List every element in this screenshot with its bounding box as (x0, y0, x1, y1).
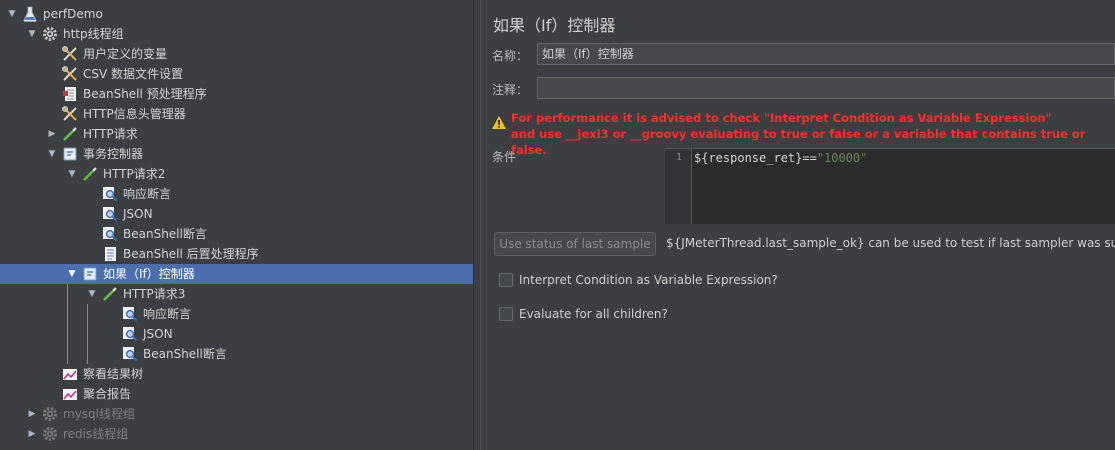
tree-item[interactable]: ▼ HTTP请求2 (0, 164, 473, 184)
tree-item[interactable]: ▼ HTTP请求3 (0, 284, 473, 304)
tree-item-label: HTTP信息头管理器 (83, 107, 186, 121)
warning-icon (492, 116, 506, 132)
tree-item[interactable]: BeanShell 后置处理程序 (0, 244, 473, 264)
tree-item-label: mysql线程组 (63, 407, 135, 421)
tree-item-label: HTTP请求 (83, 127, 138, 141)
interpret-condition-label: Interpret Condition as Variable Expressi… (519, 273, 778, 287)
evaluate-children-label: Evaluate for all children? (519, 307, 668, 321)
if-controller-panel: 如果（If）控制器 名称： 如果（If）控制器 注释： For performa… (481, 0, 1115, 450)
tree-item[interactable]: BeanShell 预处理程序 (0, 84, 473, 104)
collapse-right-icon[interactable]: ▶ (26, 424, 38, 444)
tree-item-label: 响应断言 (123, 187, 172, 201)
graph-icon (62, 366, 78, 382)
tree-guide-line (87, 304, 88, 364)
tree-item[interactable]: ▶ mysql线程组 (0, 404, 473, 424)
gear-icon (42, 26, 58, 42)
evaluate-children-checkbox[interactable] (499, 307, 513, 321)
pipette-icon (82, 166, 98, 182)
tree-item-label: HTTP请求3 (123, 287, 186, 301)
tree-item[interactable]: ▶ redis线程组 (0, 424, 473, 444)
code-string: "10000" (816, 151, 868, 165)
magnifier-icon (102, 206, 118, 222)
tree-item[interactable]: HTTP信息头管理器 (0, 104, 473, 124)
expand-down-icon[interactable]: ▼ (26, 24, 38, 44)
name-field[interactable]: 如果（If）控制器 (537, 43, 1115, 65)
wrench-icon (62, 106, 78, 122)
controller-icon (82, 266, 98, 282)
tree-item[interactable]: CSV 数据文件设置 (0, 64, 473, 84)
name-label: 名称： (492, 49, 529, 63)
document-icon (102, 246, 118, 262)
magnifier-icon (122, 306, 138, 322)
comment-field[interactable] (537, 77, 1115, 99)
flask-icon (22, 6, 38, 22)
expand-down-icon[interactable]: ▼ (86, 284, 98, 304)
code-expression: ${response_ret}== (694, 151, 817, 165)
collapse-right-icon[interactable]: ▶ (26, 404, 38, 424)
tree-item[interactable]: JSON (0, 204, 473, 224)
pipette-icon (102, 286, 118, 302)
expand-down-icon[interactable]: ▼ (6, 4, 18, 24)
tree-item[interactable]: 察看结果树 (0, 364, 473, 384)
graph-icon (62, 386, 78, 402)
tree-item-label: BeanShell 后置处理程序 (123, 247, 259, 261)
tree-item[interactable]: JSON (0, 324, 473, 344)
interpret-condition-checkbox[interactable] (499, 273, 513, 287)
condition-code[interactable]: ${response_ret}=="10000" (694, 150, 867, 166)
gear-icon (42, 426, 58, 442)
condition-editor[interactable]: 1 ${response_ret}=="10000" (665, 148, 1115, 224)
tree-item[interactable]: ▼ 如果（If）控制器 (0, 264, 473, 284)
tree-item-label: 聚合报告 (83, 387, 132, 401)
tree-item[interactable]: 响应断言 (0, 304, 473, 324)
magnifier-icon (122, 346, 138, 362)
tree-item-label: CSV 数据文件设置 (83, 67, 184, 81)
tree-item[interactable]: BeanShell断言 (0, 224, 473, 244)
panel-title: 如果（If）控制器 (493, 16, 616, 35)
tree-item-label: BeanShell断言 (143, 347, 227, 361)
test-plan-tree[interactable]: ▼ perfDemo ▼ http线程组用户定义的变量 CSV 数据文件设置 BeanSh… (0, 0, 473, 450)
gear-icon (42, 406, 58, 422)
tree-item[interactable]: ▼ http线程组 (0, 24, 473, 44)
tree-item[interactable]: 聚合报告 (0, 384, 473, 404)
tree-item-label: BeanShell 预处理程序 (83, 87, 207, 101)
magnifier-icon (102, 226, 118, 242)
collapse-right-icon[interactable]: ▶ (46, 124, 58, 144)
splitter[interactable] (473, 0, 481, 450)
tree-item-label: perfDemo (43, 7, 103, 21)
script-icon (62, 86, 78, 102)
tree-item-label: JSON (123, 207, 153, 221)
tree-item[interactable]: 用户定义的变量 (0, 44, 473, 64)
tree-item-label: 如果（If）控制器 (103, 267, 195, 281)
tree-item[interactable]: BeanShell断言 (0, 344, 473, 364)
controller-icon (62, 146, 78, 162)
tree-item-label: BeanShell断言 (123, 227, 207, 241)
tree-item-label: 事务控制器 (83, 147, 144, 161)
tree-guide-line (67, 284, 68, 364)
tree-item[interactable]: 响应断言 (0, 184, 473, 204)
expand-down-icon[interactable]: ▼ (46, 144, 58, 164)
condition-label: 条件 (492, 150, 517, 164)
magnifier-icon (122, 326, 138, 342)
wrench-icon (62, 66, 78, 82)
tree-item-label: 察看结果树 (83, 367, 144, 381)
magnifier-icon (102, 186, 118, 202)
tree-item[interactable]: ▼ perfDemo (0, 4, 473, 24)
line-number: 1 (665, 149, 692, 224)
tree-item[interactable]: ▶ HTTP请求 (0, 124, 473, 144)
tree-item-label: HTTP请求2 (103, 167, 166, 181)
comment-label: 注释： (492, 83, 529, 97)
warning-line-1: For performance it is advised to check "… (511, 111, 1052, 125)
expand-down-icon[interactable]: ▼ (66, 164, 78, 184)
tree-item-label: redis线程组 (63, 427, 129, 441)
expand-down-icon[interactable]: ▼ (66, 264, 78, 284)
pipette-icon (62, 126, 78, 142)
tree-item-label: 用户定义的变量 (83, 47, 168, 61)
tree-item-label: http线程组 (63, 27, 124, 41)
wrench-icon (62, 46, 78, 62)
use-last-sample-button[interactable]: Use status of last sample (494, 232, 656, 256)
tree-item-label: 响应断言 (143, 307, 192, 321)
tree-item-label: JSON (143, 327, 173, 341)
last-sample-hint: ${JMeterThread.last_sample_ok} can be us… (666, 236, 1115, 250)
tree-item[interactable]: ▼ 事务控制器 (0, 144, 473, 164)
